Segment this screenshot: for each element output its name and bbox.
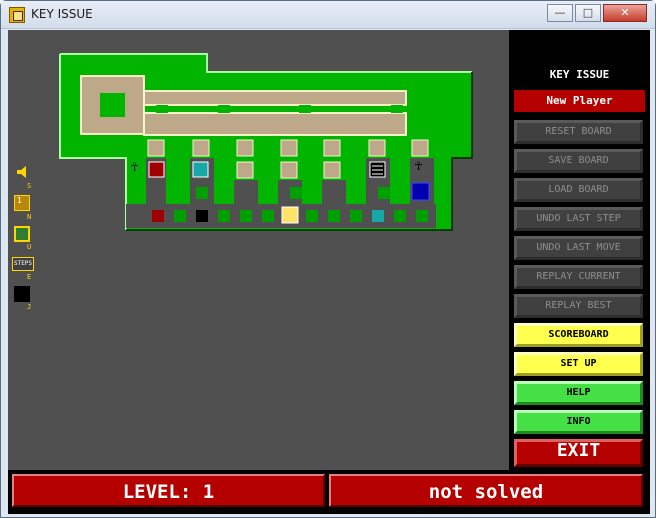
control-panel: KEY ISSUE New Player RESET BOARD SAVE BOA… <box>509 30 650 470</box>
level-indicator: LEVEL: 1 <box>12 474 325 507</box>
panel-button-exit[interactable]: EXIT <box>514 439 643 467</box>
titlebar[interactable]: KEY ISSUE — □ ✕ <box>1 1 655 29</box>
panel-button-set-up[interactable]: SET UP <box>514 352 643 376</box>
green-piece <box>290 187 302 199</box>
solve-status: not solved <box>329 474 643 507</box>
panel-button-load-board[interactable]: LOAD BOARD <box>514 178 643 202</box>
maximize-button[interactable]: □ <box>575 4 601 22</box>
panel-button-save-board[interactable]: SAVE BOARD <box>514 149 643 173</box>
panel-button-replay-current[interactable]: REPLAY CURRENT <box>514 265 643 289</box>
window-title: KEY ISSUE <box>31 7 93 21</box>
panel-button-reset-board[interactable]: RESET BOARD <box>514 120 643 144</box>
panel-button-scoreboard[interactable]: SCOREBOARD <box>514 323 643 347</box>
cyan-piece <box>192 161 209 178</box>
yellow-piece <box>281 206 299 224</box>
panel-button-replay-best[interactable]: REPLAY BEST <box>514 294 643 318</box>
app-icon <box>9 7 25 23</box>
panel-button-undo-last-move[interactable]: UNDO LAST MOVE <box>514 236 643 260</box>
game-board[interactable]: ☥ ☥ <box>8 30 509 470</box>
red-piece <box>148 161 165 178</box>
board-area: S 1 N U STEPS E J ☥ ☥ <box>8 30 509 470</box>
blue-piece <box>411 182 430 201</box>
panel-title: KEY ISSUE <box>549 68 610 81</box>
panel-button-info[interactable]: INFO <box>514 410 643 434</box>
close-button[interactable]: ✕ <box>603 4 647 22</box>
red-target <box>152 210 164 222</box>
green-piece <box>196 187 208 199</box>
ankh-icon: ☥ <box>414 159 423 173</box>
green-piece <box>378 187 390 199</box>
app-window: KEY ISSUE — □ ✕ S 1 N U STEPS E J ☥ ☥ KE… <box>0 0 656 518</box>
panel-button-undo-last-step[interactable]: UNDO LAST STEP <box>514 207 643 231</box>
client-area: S 1 N U STEPS E J ☥ ☥ KEY ISSUE New Play… <box>8 30 650 514</box>
player-name-button[interactable]: New Player <box>514 90 645 112</box>
ankh-icon: ☥ <box>130 160 139 174</box>
window-controls: — □ ✕ <box>547 4 647 22</box>
minimize-button[interactable]: — <box>547 4 573 22</box>
panel-button-help[interactable]: HELP <box>514 381 643 405</box>
